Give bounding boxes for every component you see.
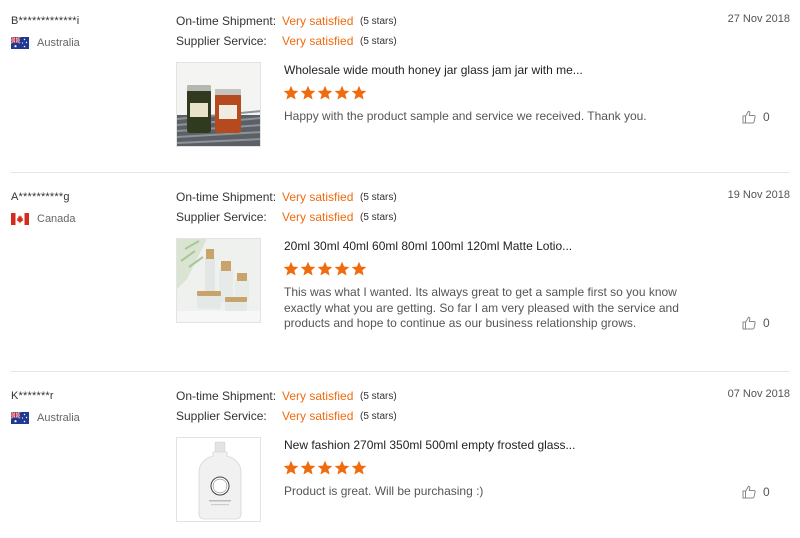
flag-australia-icon: [11, 412, 29, 424]
star-icon: [300, 261, 316, 276]
star-icon: [300, 460, 316, 475]
ontime-shipment-label: On-time Shipment:: [176, 389, 277, 403]
product-thumbnail[interactable]: [176, 238, 261, 323]
ontime-shipment-rating: On-time Shipment: Very satisfied (5 star…: [176, 190, 397, 204]
star-icon: [334, 261, 350, 276]
product-title-link[interactable]: New fashion 270ml 350ml 500ml empty fros…: [284, 438, 575, 452]
star-icon: [300, 85, 316, 100]
ontime-shipment-label: On-time Shipment:: [176, 14, 277, 28]
star-icon: [283, 85, 299, 100]
buyer-country: Canada: [11, 213, 76, 225]
product-star-rating: [283, 85, 367, 101]
supplier-service-label: Supplier Service:: [176, 210, 267, 224]
supplier-service-stars: (5 stars): [360, 35, 397, 47]
ontime-shipment-value: Very satisfied: [282, 389, 354, 403]
ontime-shipment-stars: (5 stars): [360, 191, 397, 203]
supplier-service-value: Very satisfied: [282, 34, 354, 48]
like-count: 0: [763, 316, 770, 330]
review-date: 19 Nov 2018: [727, 189, 790, 201]
review-date: 07 Nov 2018: [727, 388, 790, 400]
star-icon: [351, 261, 367, 276]
star-icon: [334, 460, 350, 475]
like-count: 0: [763, 110, 770, 124]
ontime-shipment-rating: On-time Shipment: Very satisfied (5 star…: [176, 14, 397, 28]
flag-canada-icon: [11, 213, 29, 225]
country-name: Australia: [37, 37, 80, 49]
star-icon: [351, 460, 367, 475]
buyer-name: A**********g: [11, 191, 70, 203]
review-divider: [10, 371, 790, 372]
ontime-shipment-value: Very satisfied: [282, 190, 354, 204]
product-star-rating: [283, 261, 367, 277]
star-icon: [351, 85, 367, 100]
review-comment: Happy with the product sample and servic…: [284, 109, 647, 123]
thumbs-up-icon: [742, 110, 756, 124]
supplier-service-stars: (5 stars): [360, 410, 397, 422]
review-divider: [10, 172, 790, 173]
star-icon: [283, 460, 299, 475]
ontime-shipment-value: Very satisfied: [282, 14, 354, 28]
product-thumbnail[interactable]: [176, 62, 261, 147]
star-icon: [317, 261, 333, 276]
product-image: [177, 438, 260, 521]
star-icon: [317, 460, 333, 475]
product-title-link[interactable]: Wholesale wide mouth honey jar glass jam…: [284, 63, 583, 77]
star-icon: [283, 261, 299, 276]
thumbs-up-icon: [742, 485, 756, 499]
like-button[interactable]: 0: [742, 485, 770, 499]
supplier-service-value: Very satisfied: [282, 210, 354, 224]
supplier-service-value: Very satisfied: [282, 409, 354, 423]
supplier-service-rating: Supplier Service: Very satisfied (5 star…: [176, 210, 397, 224]
supplier-service-label: Supplier Service:: [176, 34, 267, 48]
country-name: Canada: [37, 213, 76, 225]
like-button[interactable]: 0: [742, 110, 770, 124]
flag-australia-icon: [11, 37, 29, 49]
ontime-shipment-label: On-time Shipment:: [176, 190, 277, 204]
buyer-name: B*************i: [11, 15, 80, 27]
ontime-shipment-stars: (5 stars): [360, 390, 397, 402]
thumbs-up-icon: [742, 316, 756, 330]
star-icon: [334, 85, 350, 100]
buyer-country: Australia: [11, 412, 80, 424]
review-comment: This was what I wanted. Its always great…: [284, 285, 679, 330]
product-star-rating: [283, 460, 367, 476]
review-comment: Product is great. Will be purchasing :): [284, 484, 484, 498]
buyer-name: K*******r: [11, 390, 54, 402]
country-name: Australia: [37, 412, 80, 424]
product-title-link[interactable]: 20ml 30ml 40ml 60ml 80ml 100ml 120ml Mat…: [284, 239, 572, 253]
star-icon: [317, 85, 333, 100]
product-thumbnail[interactable]: [176, 437, 261, 522]
supplier-service-stars: (5 stars): [360, 211, 397, 223]
product-image: [177, 63, 260, 146]
buyer-country: Australia: [11, 37, 80, 49]
ontime-shipment-stars: (5 stars): [360, 15, 397, 27]
review-date: 27 Nov 2018: [727, 13, 790, 25]
supplier-service-rating: Supplier Service: Very satisfied (5 star…: [176, 409, 397, 423]
supplier-service-rating: Supplier Service: Very satisfied (5 star…: [176, 34, 397, 48]
like-button[interactable]: 0: [742, 316, 770, 330]
supplier-service-label: Supplier Service:: [176, 409, 267, 423]
ontime-shipment-rating: On-time Shipment: Very satisfied (5 star…: [176, 389, 397, 403]
like-count: 0: [763, 485, 770, 499]
product-image: [177, 239, 260, 322]
